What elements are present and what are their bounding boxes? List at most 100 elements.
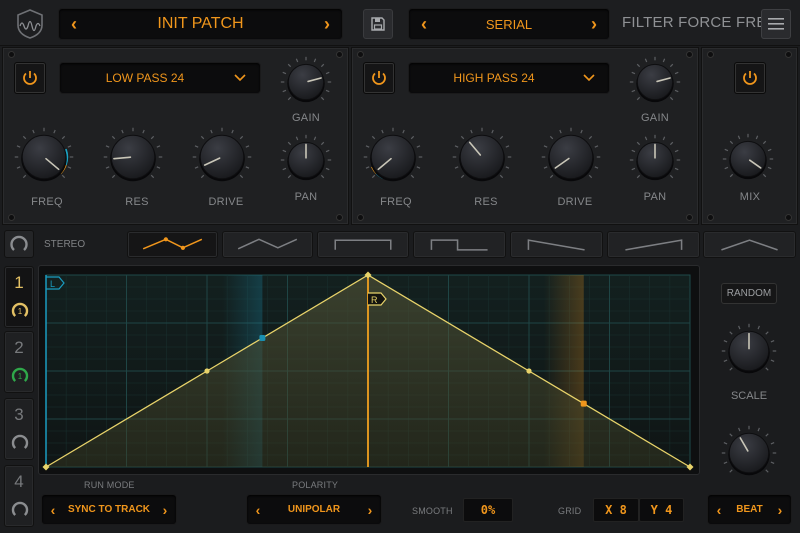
shape-triangle-button[interactable] <box>703 231 796 258</box>
mix-power-button[interactable] <box>734 62 766 94</box>
filter-2-res-knob[interactable] <box>450 125 514 194</box>
left-playhead-dot <box>259 334 266 341</box>
knob-body <box>287 63 325 101</box>
knob-tick <box>674 167 679 171</box>
filter-1-type-select[interactable]: LOW PASS 24 <box>59 62 261 94</box>
stereo-button[interactable] <box>4 230 34 258</box>
knob-tick <box>669 63 674 68</box>
knob-body <box>728 432 770 474</box>
knob-tick <box>410 174 415 179</box>
rate-mode-value[interactable]: BEAT <box>730 495 769 524</box>
knob-tick <box>150 135 155 140</box>
patch-selector: ‹ INIT PATCH › <box>58 8 343 40</box>
grid-y-value[interactable]: Y 4 <box>639 498 684 522</box>
knob-tick <box>723 442 728 445</box>
filter-1-drive-knob[interactable] <box>190 125 254 194</box>
filter-2-drive-knob[interactable] <box>539 125 603 194</box>
save-button[interactable] <box>363 9 393 39</box>
filter-2-freq-knob[interactable] <box>361 125 425 194</box>
knob-tick <box>499 174 504 179</box>
routing-mode[interactable]: SERIAL <box>439 9 579 39</box>
knob-tick <box>762 173 767 178</box>
shape-custom-button[interactable] <box>127 231 218 258</box>
mix-knob[interactable] <box>722 133 774 190</box>
filter-2-type-select[interactable]: HIGH PASS 24 <box>408 62 610 94</box>
random-button[interactable]: RANDOM <box>721 283 777 304</box>
grid-x-value[interactable]: X 8 <box>593 498 639 522</box>
lfo-graph-frame: LR <box>38 265 700 475</box>
knob-tick <box>245 145 250 148</box>
knob-tick <box>669 96 674 101</box>
shape-pulse-button[interactable] <box>413 231 506 258</box>
filter-1-pan-knob[interactable] <box>280 134 332 191</box>
rate-mode-next-button[interactable]: › <box>769 495 791 524</box>
knob-tick <box>454 145 459 148</box>
polarity-next-button[interactable]: › <box>359 495 381 524</box>
polarity-value[interactable]: UNIPOLAR <box>269 495 359 524</box>
knob-tick <box>580 129 583 134</box>
rate-mode-prev-button[interactable]: ‹ <box>708 495 730 524</box>
knob-tick <box>729 433 733 437</box>
screw-icon <box>358 52 363 57</box>
filter-2-gain-knob[interactable] <box>629 56 681 113</box>
shape-triangle-dip-button[interactable] <box>222 231 313 258</box>
shape-line <box>721 238 778 251</box>
filter-1-power-button[interactable] <box>14 62 46 94</box>
run-mode-value[interactable]: SYNC TO TRACK <box>64 495 154 524</box>
lfo-tab-3[interactable]: 3 <box>4 398 34 460</box>
filter-2-freq-label: FREQ <box>380 196 412 208</box>
knob-tick <box>499 135 504 140</box>
stereo-ring-icon <box>10 235 28 251</box>
filter-2-pan-knob[interactable] <box>629 134 681 191</box>
knob-tick <box>662 58 666 63</box>
knob-tick <box>631 149 636 153</box>
filter-2-power-button[interactable] <box>363 62 395 94</box>
filter-1-res-knob[interactable] <box>101 125 165 194</box>
patch-name[interactable]: INIT PATCH <box>89 9 312 39</box>
shape-saw-up-button[interactable] <box>607 231 700 258</box>
routing-next-button[interactable]: › <box>579 9 609 39</box>
screw-icon <box>708 52 713 57</box>
knob-tick <box>729 140 734 145</box>
filter-2-pan-label: PAN <box>643 191 667 203</box>
knob-tick <box>61 135 66 140</box>
knob-tick <box>22 135 27 140</box>
knob-tick <box>365 145 370 148</box>
lfo-tab-2[interactable]: 21 <box>4 331 34 393</box>
knob-tick <box>723 340 728 343</box>
patch-prev-button[interactable]: ‹ <box>59 9 89 39</box>
shape-custom-icon <box>142 236 203 250</box>
lfo-tab-number: 3 <box>14 405 24 424</box>
screw-icon <box>9 215 14 220</box>
rate-knob[interactable] <box>720 424 778 487</box>
patch-next-button[interactable]: › <box>312 9 342 39</box>
shape-saw-down-button[interactable] <box>510 231 603 258</box>
smooth-value[interactable]: 0% <box>463 498 513 522</box>
filter-1-panel: LOW PASS 24 FREQ RES DRIVE GAIN PAN <box>2 47 349 225</box>
screw-icon <box>687 52 692 57</box>
run-mode-prev-button[interactable]: ‹ <box>42 495 64 524</box>
knob-tick <box>16 145 21 148</box>
knob-tick <box>594 166 599 169</box>
run-mode-label: RUN MODE <box>84 480 135 490</box>
menu-button[interactable] <box>761 9 791 39</box>
top-bar: ‹ INIT PATCH › ‹ SERIAL › FILTER FORCE F… <box>0 0 800 46</box>
polarity-prev-button[interactable]: ‹ <box>247 495 269 524</box>
lfo-graph[interactable]: LR <box>39 266 701 476</box>
filter-1-gain-knob[interactable] <box>280 56 332 113</box>
knob-tick <box>636 96 641 101</box>
run-mode-next-button[interactable]: › <box>154 495 176 524</box>
knob-body <box>729 140 767 178</box>
lfo-tab-1[interactable]: 11 <box>4 266 34 328</box>
knob-tick <box>738 427 741 432</box>
filter-1-freq-knob[interactable] <box>12 125 76 194</box>
knob-tick <box>365 166 370 169</box>
knob-tick <box>313 136 317 141</box>
lfo-tab-4[interactable]: 4 <box>4 465 34 527</box>
knob-tick <box>636 63 641 68</box>
routing-prev-button[interactable]: ‹ <box>409 9 439 39</box>
shape-square-button[interactable] <box>317 231 409 258</box>
knob-tick <box>156 166 161 169</box>
scale-knob[interactable] <box>720 322 778 385</box>
shape-line <box>334 238 392 250</box>
